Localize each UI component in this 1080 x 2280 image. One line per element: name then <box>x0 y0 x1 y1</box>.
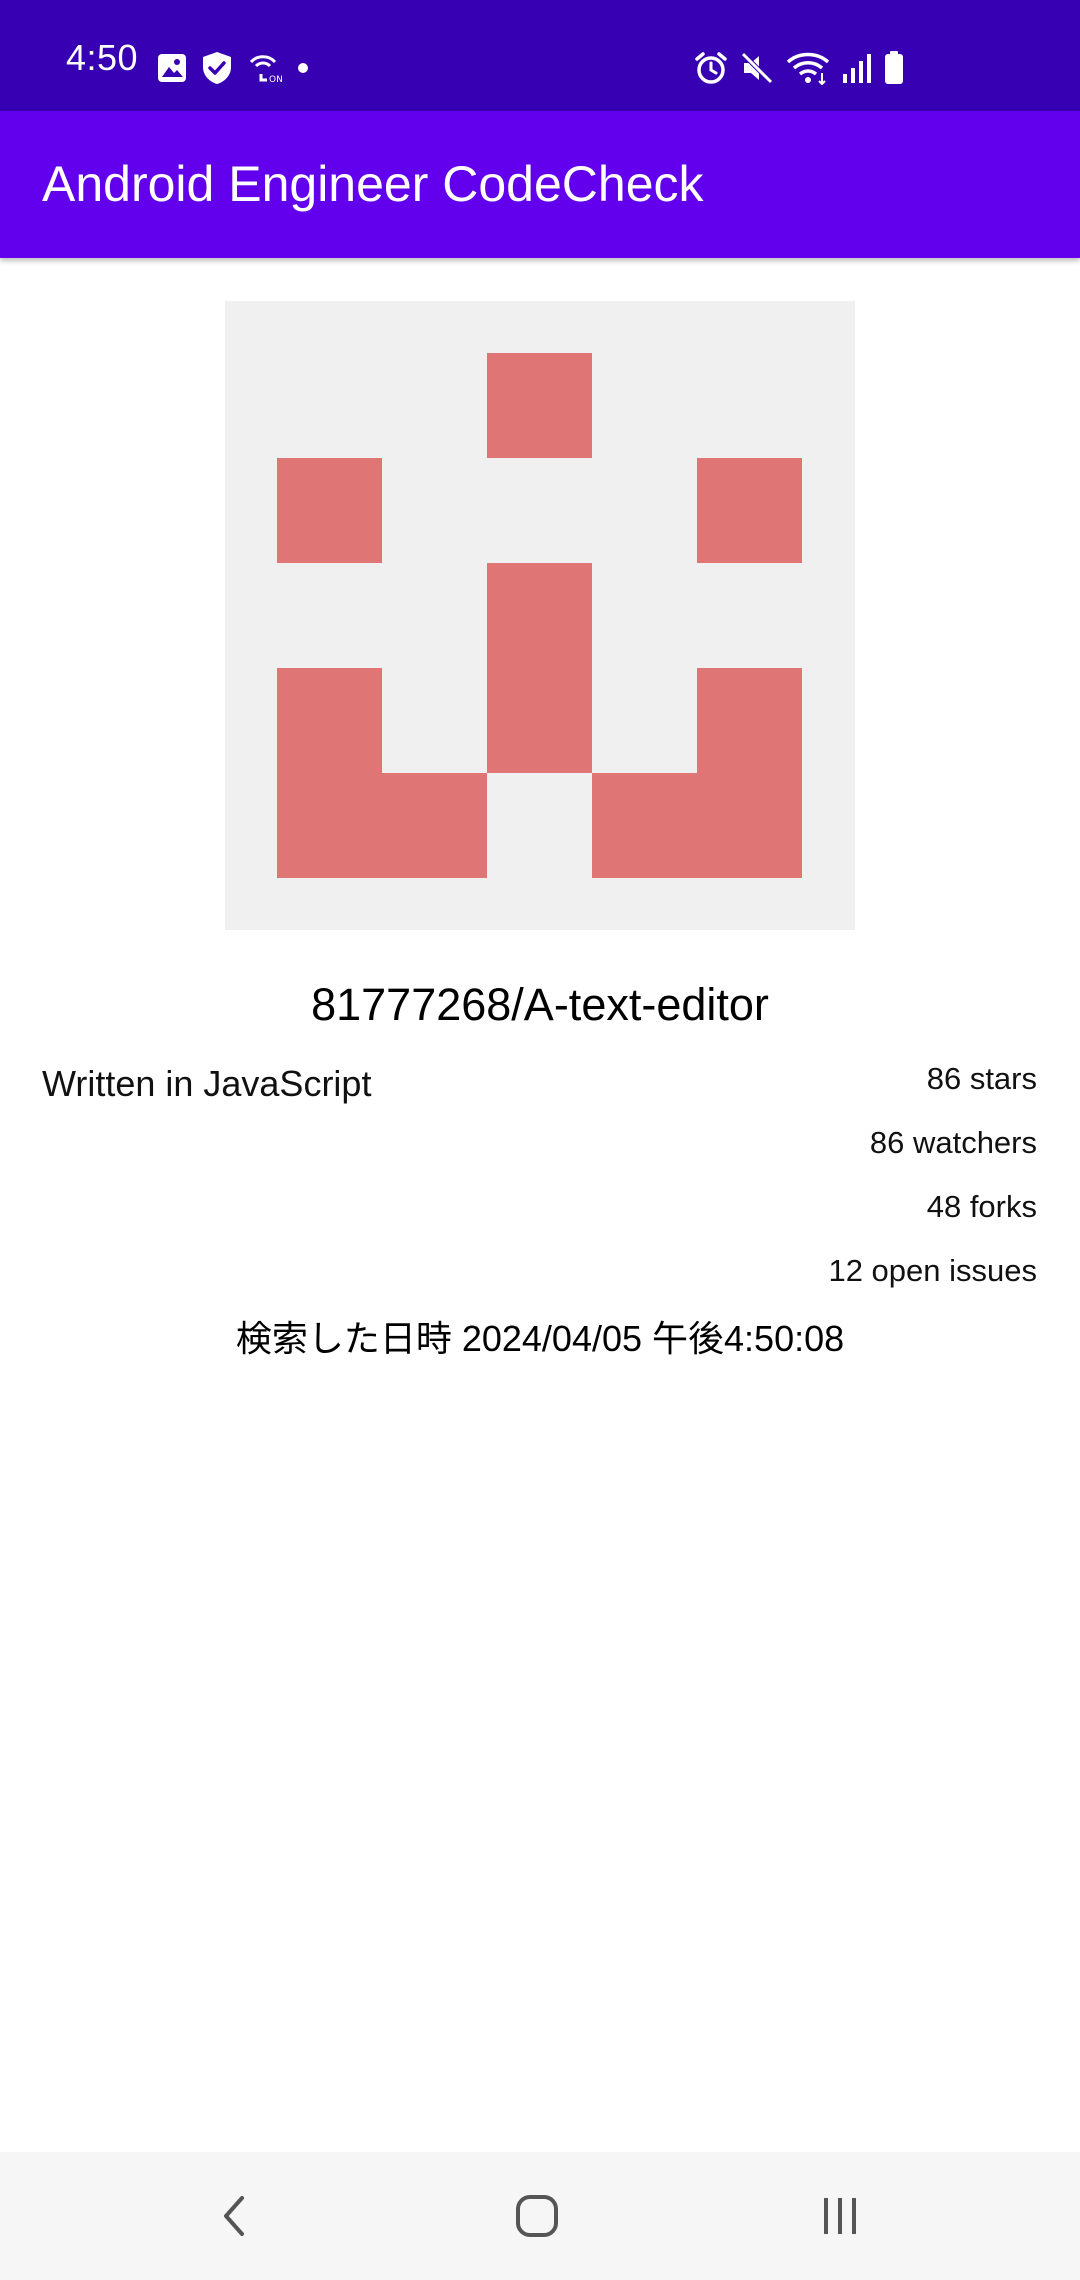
home-icon <box>514 2193 560 2239</box>
avatar-cell <box>592 773 697 878</box>
avatar-cell <box>697 668 802 773</box>
recents-icon <box>820 2196 860 2236</box>
status-right-icons <box>694 49 904 87</box>
avatar-cell <box>277 458 382 563</box>
avatar-cell <box>487 563 592 668</box>
searched-at-timestamp: 検索した日時 2024/04/05 午後4:50:08 <box>235 1318 845 1359</box>
watchers-count: 86 watchers <box>869 1125 1037 1160</box>
signal-icon <box>842 52 872 84</box>
avatar-cell <box>487 668 592 773</box>
navigation-bar <box>0 2152 1080 2280</box>
status-left-icons: ON <box>157 49 309 87</box>
avatar-cell <box>487 353 592 458</box>
repository-avatar <box>225 301 855 930</box>
forks-count: 48 forks <box>926 1189 1037 1224</box>
app-title: Android Engineer CodeCheck <box>42 156 704 212</box>
avatar-cell <box>382 773 487 878</box>
gallery-icon <box>157 53 187 83</box>
call-on-icon: ON <box>247 52 283 84</box>
shield-icon <box>201 51 233 85</box>
recents-button[interactable] <box>760 2152 920 2280</box>
alarm-icon <box>694 51 728 85</box>
stars-count: 86 stars <box>926 1061 1037 1096</box>
avatar-cell <box>277 773 382 878</box>
dot-icon <box>297 62 309 74</box>
mute-icon <box>740 51 774 85</box>
back-icon <box>220 2194 250 2238</box>
repository-name: 81777268/A-text-editor <box>311 979 769 1030</box>
app-bar: Android Engineer CodeCheck <box>0 111 1080 258</box>
status-time: 4:50 <box>66 37 139 78</box>
avatar-cell <box>277 668 382 773</box>
repository-language: Written in JavaScript <box>42 1063 372 1104</box>
open-issues-count: 12 open issues <box>828 1253 1037 1288</box>
avatar-cell <box>697 458 802 563</box>
avatar-cell <box>697 773 802 878</box>
battery-icon <box>884 51 904 85</box>
status-bar: 4:50 ON <box>0 0 1080 111</box>
wifi-icon <box>786 51 830 85</box>
svg-text:ON: ON <box>269 75 283 84</box>
back-button[interactable] <box>155 2152 315 2280</box>
home-button[interactable] <box>457 2152 617 2280</box>
